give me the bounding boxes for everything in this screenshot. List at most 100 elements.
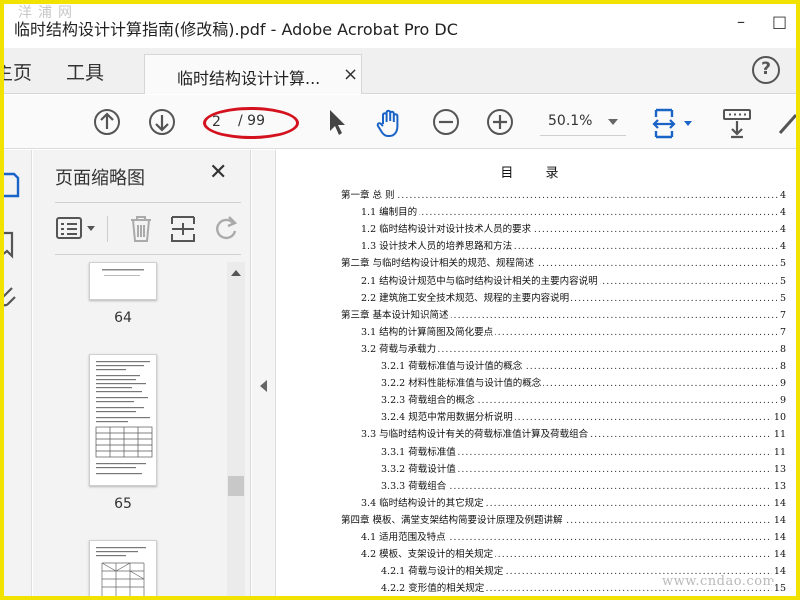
- toc-entry-page: 14: [771, 513, 786, 528]
- toc-entry-page: 14: [771, 531, 786, 545]
- toc-entry[interactable]: ........................................…: [381, 411, 786, 426]
- toc-entry-text: 3.2.1 荷载标准值与设计值的概念: [381, 361, 525, 372]
- toc-entry[interactable]: ........................................…: [381, 394, 786, 409]
- toc-entry[interactable]: ........................................…: [381, 445, 786, 460]
- toc-entry-page: 13: [771, 462, 786, 477]
- chevron-down-icon: [608, 119, 618, 125]
- page-thumbnail[interactable]: [89, 354, 157, 486]
- toc-entry-page: 4: [777, 189, 786, 203]
- fit-width-icon[interactable]: [652, 107, 698, 141]
- help-button[interactable]: ?: [752, 56, 780, 84]
- page-thumbnail[interactable]: [89, 540, 157, 596]
- toc-entry-page: 14: [771, 496, 786, 511]
- toc-leader-dots: ........................................…: [341, 190, 786, 201]
- toc-entry[interactable]: ........................................…: [361, 496, 786, 511]
- toc-entry[interactable]: ........................................…: [341, 257, 786, 272]
- toc-entry-text: 2.1 结构设计规范中与临时结构设计相关的主要内容说明: [361, 275, 600, 287]
- toc-entry-page: 8: [777, 360, 786, 374]
- tab-document[interactable]: 临时结构设计计算... ×: [144, 54, 362, 94]
- toc-entry-text: 第一章 总 则: [341, 190, 397, 201]
- toc-entry[interactable]: ........................................…: [361, 223, 786, 238]
- toc-entry-text: 3.1 结构的计算简图及简化要点: [361, 326, 496, 338]
- toc-entry[interactable]: ........................................…: [361, 325, 786, 340]
- bookmark-icon[interactable]: [0, 230, 20, 260]
- toc-entry[interactable]: ........................................…: [381, 360, 786, 374]
- toc-entry-text: 4.2.1 荷载与设计的相关规定: [381, 566, 506, 578]
- toolbar-divider: [107, 216, 108, 242]
- toc-entry-text: 3.3.3 荷载组合: [381, 480, 449, 492]
- toc-entry[interactable]: ........................................…: [361, 531, 786, 545]
- thumbnail-content: [95, 361, 153, 475]
- close-panel-button[interactable]: ✕: [209, 160, 227, 185]
- zoom-out-icon[interactable]: [431, 107, 461, 137]
- window-title: 临时结构设计计算指南(修改稿).pdf - Adobe Acrobat Pro …: [14, 20, 458, 39]
- toc-entry-text: 1.1 编制目的: [361, 207, 420, 219]
- toc-entry[interactable]: ........................................…: [361, 291, 786, 306]
- rotate-page-icon[interactable]: [211, 214, 241, 244]
- page-thumbnails-icon[interactable]: [0, 170, 24, 200]
- toc-entry-page: 7: [777, 325, 786, 340]
- toc-entry[interactable]: ........................................…: [361, 240, 786, 255]
- zoom-in-icon[interactable]: [485, 107, 515, 137]
- toc-entry-page: 11: [771, 428, 786, 443]
- tab-home[interactable]: 主页: [4, 58, 32, 85]
- toc-entry[interactable]: ........................................…: [341, 513, 786, 528]
- toc-entry-text: 1.3 设计技术人员的培养思路和方法: [361, 241, 515, 253]
- toc-entry[interactable]: ........................................…: [381, 377, 786, 392]
- tab-tools[interactable]: 工具: [66, 58, 104, 85]
- zoom-level-value: 50.1%: [548, 113, 593, 129]
- toc-entry[interactable]: ........................................…: [361, 206, 786, 221]
- toc-entry-page: 4: [777, 206, 786, 221]
- page-number-label: 65: [114, 496, 132, 512]
- toc-entry-text: 3.2.3 荷载组合的概念: [381, 395, 477, 407]
- toc-entry[interactable]: ........................................…: [381, 479, 786, 494]
- toc-entry-page: 11: [771, 445, 786, 460]
- panel-toolbar: [53, 210, 243, 250]
- hand-tool-icon[interactable]: [374, 107, 406, 139]
- scroll-up-icon[interactable]: [231, 270, 241, 276]
- toc-entry[interactable]: ........................................…: [361, 428, 786, 443]
- thumbnail-scrollbar[interactable]: [227, 262, 245, 596]
- toc-entry[interactable]: ........................................…: [361, 548, 786, 563]
- page-number-label: 64: [114, 310, 132, 326]
- document-tab-label: 临时结构设计计算...: [177, 69, 321, 88]
- panel-title: 页面缩略图: [55, 168, 145, 189]
- options-menu-icon[interactable]: [55, 214, 103, 242]
- toc-entry-text: 3.4 临时结构设计的其它规定: [361, 497, 486, 509]
- minimize-button[interactable]: –: [737, 12, 745, 31]
- zoom-level-dropdown[interactable]: 50.1%: [540, 110, 626, 136]
- toc-entry-page: 9: [777, 377, 786, 392]
- toc-entry-text: 第四章 模板、满堂支架结构简要设计原理及例题讲解: [341, 514, 565, 526]
- panel-collapse-handle[interactable]: [252, 150, 276, 596]
- previous-page-icon[interactable]: [92, 107, 122, 137]
- toc-entry-text: 3.2 荷载与承载力: [361, 343, 439, 355]
- collapse-arrow-icon: [260, 380, 267, 392]
- select-cursor-icon[interactable]: [322, 107, 350, 137]
- toc-entry-page: 5: [777, 274, 786, 289]
- app-window: 洋浦网 临时结构设计计算指南(修改稿).pdf - Adobe Acrobat …: [0, 0, 800, 600]
- draw-tool-icon[interactable]: [778, 107, 798, 137]
- toc-entry[interactable]: ........................................…: [381, 462, 786, 477]
- toc-entry-page: 15: [771, 582, 786, 596]
- toc-entry-page: 4: [777, 223, 786, 238]
- document-view[interactable]: 目 录 ....................................…: [277, 150, 796, 596]
- scroll-mode-icon[interactable]: [720, 107, 754, 139]
- maximize-button[interactable]: □: [772, 12, 787, 31]
- next-page-icon[interactable]: [147, 107, 177, 137]
- close-tab-button[interactable]: ×: [343, 64, 358, 85]
- toc-entry[interactable]: ........................................…: [361, 342, 786, 357]
- extract-pages-icon[interactable]: [169, 213, 197, 245]
- attachment-icon[interactable]: [0, 284, 20, 312]
- page-thumbnail[interactable]: [89, 262, 157, 300]
- delete-page-icon[interactable]: [127, 213, 155, 245]
- toc-entry[interactable]: ........................................…: [341, 308, 786, 323]
- toc-leader-dots: ........................................…: [361, 207, 786, 219]
- scrollbar-thumb[interactable]: [228, 476, 244, 496]
- toc-entry[interactable]: ........................................…: [341, 189, 786, 203]
- toc-entry-text: 3.3 与临时结构设计有关的荷载标准值计算及荷载组合: [361, 429, 591, 441]
- toc-entry-page: 14: [771, 565, 786, 580]
- toc-entry-page: 9: [777, 394, 786, 409]
- toc-entry[interactable]: ........................................…: [361, 274, 786, 289]
- toc-entry-page: 14: [771, 548, 786, 563]
- page-thumbnails-panel: 页面缩略图 ✕ 64 65: [33, 150, 251, 596]
